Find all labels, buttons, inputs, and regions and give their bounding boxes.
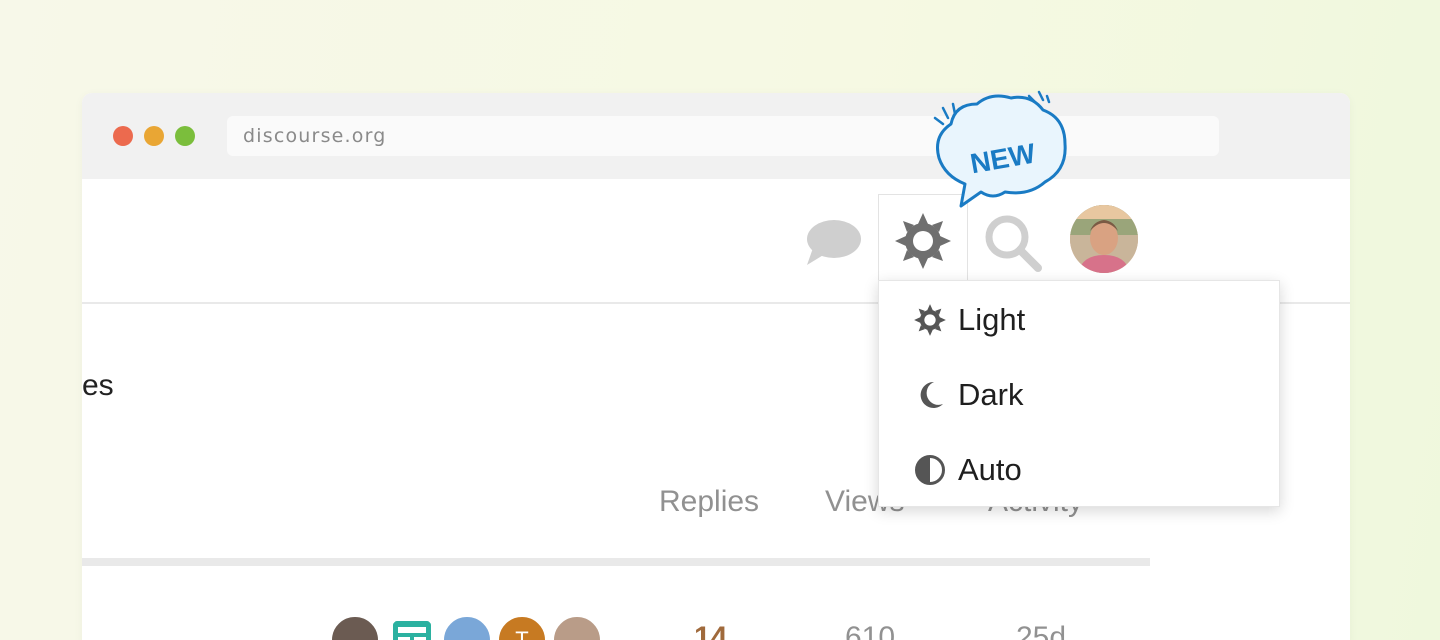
poster-avatar[interactable] xyxy=(442,615,492,640)
poster-avatar[interactable] xyxy=(330,615,380,640)
browser-titlebar: discourse.org xyxy=(82,93,1350,179)
topic-activity[interactable]: 25d xyxy=(1016,621,1066,640)
poster-avatar[interactable] xyxy=(387,615,437,640)
theme-option-light[interactable]: Light xyxy=(879,287,1279,353)
new-feature-badge: NEW xyxy=(925,88,1075,228)
building-icon xyxy=(393,621,431,640)
theme-option-auto[interactable]: Auto xyxy=(879,437,1279,503)
theme-option-label: Light xyxy=(958,302,1026,337)
topic-views-count: 610 xyxy=(845,621,896,640)
user-avatar[interactable] xyxy=(1070,205,1138,273)
page-title: es xyxy=(82,369,114,402)
topic-replies-count: 14 xyxy=(694,621,728,640)
chat-icon xyxy=(807,220,861,265)
moon-icon xyxy=(912,377,948,413)
minimize-window-button[interactable] xyxy=(144,126,164,146)
chat-button[interactable] xyxy=(800,210,866,276)
theme-option-label: Auto xyxy=(958,452,1022,487)
avatar-photo xyxy=(1070,205,1138,273)
poster-avatar[interactable]: T xyxy=(497,615,547,640)
close-window-button[interactable] xyxy=(113,126,133,146)
theme-menu: Light Dark Auto xyxy=(878,280,1280,507)
column-header-replies[interactable]: Replies xyxy=(659,485,759,519)
sun-icon xyxy=(912,302,948,338)
half-circle-icon xyxy=(912,452,948,488)
maximize-window-button[interactable] xyxy=(175,126,195,146)
table-header-divider xyxy=(82,558,1150,566)
theme-option-dark[interactable]: Dark xyxy=(879,362,1279,428)
poster-avatar[interactable] xyxy=(552,615,602,640)
theme-option-label: Dark xyxy=(958,377,1024,412)
